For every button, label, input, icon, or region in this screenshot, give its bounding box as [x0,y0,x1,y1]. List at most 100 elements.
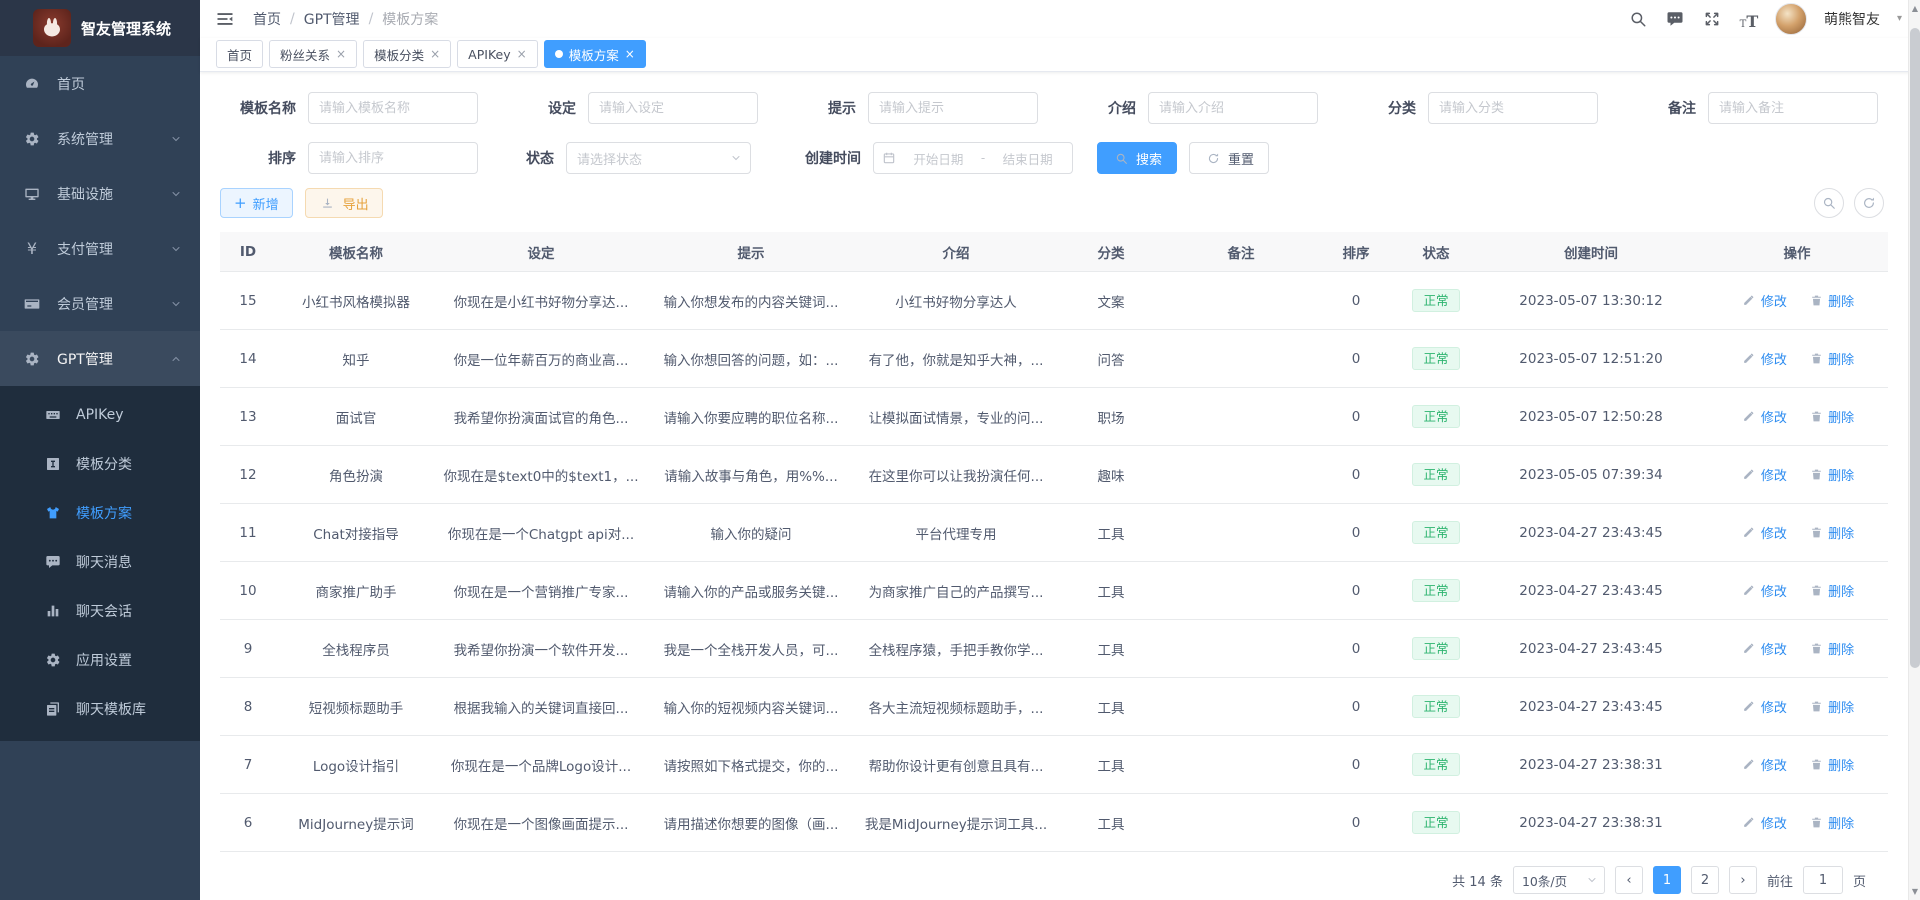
cell-prompt: 请输入你的产品或服务关键... [646,581,856,601]
scroll-up-icon[interactable]: ▲ [1909,4,1920,13]
delete-link[interactable]: 删除 [1807,813,1854,832]
cell-id: 12 [220,467,276,483]
sidebar-item-chat-template-library[interactable]: 聊天模板库 [0,684,200,733]
status-badge: 正常 [1412,695,1459,718]
edit-link[interactable]: 修改 [1740,697,1787,716]
close-icon[interactable]: × [430,48,440,60]
sidebar-item-payment[interactable]: ¥ 支付管理 [0,221,200,276]
message-icon[interactable] [1664,8,1686,30]
tab-apikey[interactable]: APIKey × [457,40,538,68]
edit-link[interactable]: 修改 [1740,349,1787,368]
cell-status: 正常 [1396,405,1476,428]
delete-link[interactable]: 删除 [1807,697,1854,716]
category-input[interactable] [1428,92,1598,124]
delete-link[interactable]: 删除 [1807,523,1854,542]
sidebar-item-chat-session[interactable]: 聊天会话 [0,586,200,635]
cell-status: 正常 [1396,753,1476,776]
setting-input[interactable] [588,92,758,124]
fullscreen-icon[interactable] [1701,8,1723,30]
chevron-down-icon [170,188,182,200]
delete-link[interactable]: 删除 [1807,407,1854,426]
font-size-icon[interactable]: TT [1738,8,1760,30]
caret-down-icon[interactable]: ▾ [1897,13,1902,24]
toggle-search-button[interactable] [1814,188,1844,218]
tab-template-category[interactable]: 模板分类 × [363,40,451,68]
user-avatar[interactable] [1775,3,1807,35]
sidebar-item-system[interactable]: 系统管理 [0,111,200,166]
edit-link[interactable]: 修改 [1740,581,1787,600]
edit-link[interactable]: 修改 [1740,755,1787,774]
close-icon[interactable]: × [625,48,635,60]
order-input[interactable] [308,142,478,174]
cell-order: 0 [1316,525,1396,541]
prev-page-button[interactable]: ‹ [1615,866,1643,894]
add-button[interactable]: + 新增 [220,188,293,218]
sidebar-item-chat-message[interactable]: 聊天消息 [0,537,200,586]
template-name-input[interactable] [308,92,478,124]
cell-intro: 全栈程序猿，手把手教你学... [856,639,1056,659]
hamburger-icon[interactable] [215,8,237,30]
sidebar-item-member[interactable]: 会员管理 [0,276,200,331]
delete-link[interactable]: 删除 [1807,291,1854,310]
delete-link[interactable]: 删除 [1807,349,1854,368]
prompt-input[interactable] [868,92,1038,124]
cell-actions: 修改 删除 [1706,581,1888,601]
sidebar-item-home[interactable]: 首页 [0,56,200,111]
intro-input[interactable] [1148,92,1318,124]
sidebar-item-template-plan[interactable]: 模板方案 [0,488,200,537]
search-icon[interactable] [1627,8,1649,30]
tab-home[interactable]: 首页 [216,40,263,68]
sidebar-item-gpt[interactable]: GPT管理 [0,331,200,386]
pagination-bar: 共 14 条 10条/页 ‹ 1 2 › 前往 页 [220,860,1900,900]
close-icon[interactable]: × [517,48,527,60]
sidebar-item-infrastructure[interactable]: 基础设施 [0,166,200,221]
reset-button[interactable]: 重置 [1189,142,1269,174]
cell-intro: 各大主流短视频标题助手，... [856,697,1056,717]
scrollbar-thumb[interactable] [1910,28,1920,668]
page-2-button[interactable]: 2 [1691,866,1719,894]
template-table: ID 模板名称 设定 提示 介绍 分类 备注 排序 状态 创建时间 操作 [220,232,1888,852]
refresh-table-button[interactable] [1854,188,1884,218]
scroll-down-icon[interactable]: ▼ [1909,887,1920,896]
date-range-picker[interactable]: 开始日期 - 结束日期 [873,142,1073,174]
edit-link[interactable]: 修改 [1740,813,1787,832]
export-button[interactable]: 导出 [305,188,383,218]
sidebar-item-apikey[interactable]: APIKey [0,390,200,439]
status-select[interactable]: 请选择状态 [566,142,751,174]
edit-link[interactable]: 修改 [1740,639,1787,658]
edit-icon [1740,465,1758,483]
next-page-button[interactable]: › [1729,866,1757,894]
delete-icon [1807,813,1825,831]
table-row: 11 Chat对接指导 你现在是一个Chatgpt api对... 输入你的疑问… [220,504,1888,562]
breadcrumb-home[interactable]: 首页 [253,9,281,29]
delete-icon [1807,697,1825,715]
edit-link[interactable]: 修改 [1740,523,1787,542]
user-name[interactable]: 萌熊智友 [1824,9,1880,29]
cell-category: 职场 [1056,407,1166,427]
page-1-button[interactable]: 1 [1653,866,1681,894]
cell-created: 2023-04-27 23:38:31 [1476,757,1706,773]
sidebar-item-template-category[interactable]: 模板分类 [0,439,200,488]
status-badge: 正常 [1412,347,1459,370]
chevron-down-icon [170,243,182,255]
delete-icon [1807,639,1825,657]
edit-link[interactable]: 修改 [1740,291,1787,310]
edit-link[interactable]: 修改 [1740,465,1787,484]
goto-page-input[interactable] [1803,866,1843,894]
sidebar-item-app-settings[interactable]: 应用设置 [0,635,200,684]
page-size-select[interactable]: 10条/页 [1513,866,1605,894]
close-icon[interactable]: × [336,48,346,60]
logo-bar[interactable]: 智友管理系统 [0,0,200,56]
delete-link[interactable]: 删除 [1807,755,1854,774]
delete-link[interactable]: 删除 [1807,581,1854,600]
cell-actions: 修改 删除 [1706,697,1888,717]
note-input[interactable] [1708,92,1878,124]
edit-link[interactable]: 修改 [1740,407,1787,426]
breadcrumb-gpt[interactable]: GPT管理 [304,9,360,29]
tab-fans-relation[interactable]: 粉丝关系 × [269,40,357,68]
shirt-icon [44,504,62,522]
tab-template-plan[interactable]: 模板方案 × [544,40,646,68]
delete-link[interactable]: 删除 [1807,465,1854,484]
search-button[interactable]: 搜索 [1097,142,1177,174]
delete-link[interactable]: 删除 [1807,639,1854,658]
